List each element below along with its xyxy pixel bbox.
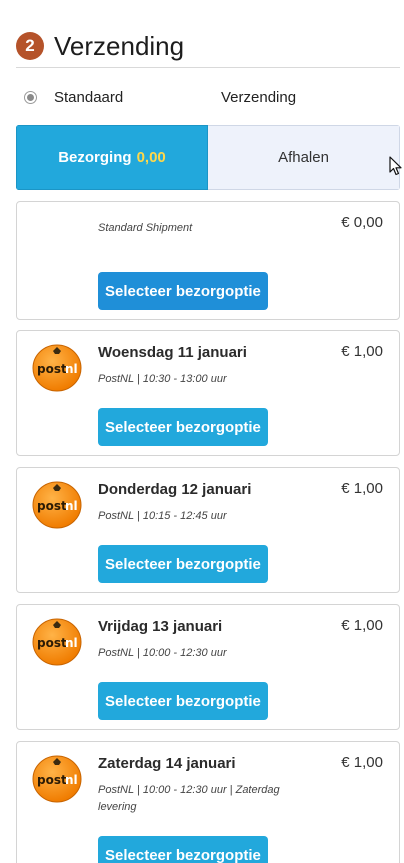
step-number-badge: 2 <box>16 32 44 60</box>
delivery-option-card: Standard Shipment € 0,00 Selecteer bezor… <box>16 201 400 320</box>
svg-text:nl: nl <box>65 362 78 376</box>
svg-text:post: post <box>37 499 67 513</box>
select-delivery-option-button[interactable]: Selecteer bezorgoptie <box>98 408 268 446</box>
delivery-option-meta: PostNL | 10:30 - 13:00 uur <box>98 373 227 385</box>
delivery-option-card: post nl Woensdag 11 januari € 1,00 PostN… <box>16 330 400 456</box>
shipping-method-row[interactable]: Standaard Verzending <box>24 86 394 108</box>
section-title: Verzending <box>54 30 185 61</box>
postnl-logo-icon: post nl <box>32 344 82 392</box>
tab-delivery-label: Bezorging <box>58 149 132 166</box>
shipping-method-type: Verzending <box>221 88 297 106</box>
shipping-method-name: Standaard <box>54 88 124 106</box>
delivery-option-date: Donderdag 12 januari <box>98 481 252 498</box>
delivery-tabs: Bezorging 0,00 Afhalen <box>16 125 400 190</box>
divider <box>16 67 400 68</box>
section-header: 2 Verzending <box>16 24 400 68</box>
svg-text:post: post <box>37 773 67 787</box>
delivery-option-card: post nl Zaterdag 14 januari € 1,00 PostN… <box>16 741 400 863</box>
delivery-option-price: € 1,00 <box>341 480 383 497</box>
delivery-option-meta: Standard Shipment <box>98 222 193 234</box>
delivery-option-price: € 1,00 <box>341 617 383 634</box>
delivery-option-meta: PostNL | 10:00 - 12:30 uur <box>98 647 227 659</box>
svg-text:nl: nl <box>65 636 78 650</box>
delivery-option-date: Vrijdag 13 januari <box>98 618 223 635</box>
delivery-option-card: post nl Donderdag 12 januari € 1,00 Post… <box>16 467 400 593</box>
shipping-method-radio[interactable] <box>24 90 37 104</box>
tab-delivery-price: 0,00 <box>136 149 166 166</box>
mouse-cursor-icon <box>389 156 402 176</box>
delivery-option-date: Zaterdag 14 januari <box>98 755 236 772</box>
svg-text:post: post <box>37 636 67 650</box>
svg-text:nl: nl <box>65 773 78 787</box>
delivery-option-meta: PostNL | 10:15 - 12:45 uur <box>98 510 227 522</box>
tab-delivery[interactable]: Bezorging 0,00 <box>16 125 208 190</box>
delivery-option-card: post nl Vrijdag 13 januari € 1,00 PostNL… <box>16 604 400 730</box>
tab-pickup-label: Afhalen <box>278 149 329 166</box>
svg-text:post: post <box>37 362 67 376</box>
select-delivery-option-button[interactable]: Selecteer bezorgoptie <box>98 545 268 583</box>
postnl-logo-icon: post nl <box>32 755 82 803</box>
postnl-logo-icon: post nl <box>32 481 82 529</box>
select-delivery-option-button[interactable]: Selecteer bezorgoptie <box>98 836 268 863</box>
select-delivery-option-button[interactable]: Selecteer bezorgoptie <box>98 272 268 310</box>
delivery-option-date: Woensdag 11 januari <box>98 344 247 361</box>
tab-pickup[interactable]: Afhalen <box>208 125 400 190</box>
delivery-option-meta: PostNL | 10:00 - 12:30 uur | Zaterdag le… <box>98 784 280 813</box>
delivery-option-price: € 1,00 <box>341 343 383 360</box>
delivery-option-price: € 1,00 <box>341 754 383 771</box>
select-delivery-option-button[interactable]: Selecteer bezorgoptie <box>98 682 268 720</box>
postnl-logo-icon: post nl <box>32 618 82 666</box>
svg-text:nl: nl <box>65 499 78 513</box>
delivery-option-price: € 0,00 <box>341 214 383 231</box>
